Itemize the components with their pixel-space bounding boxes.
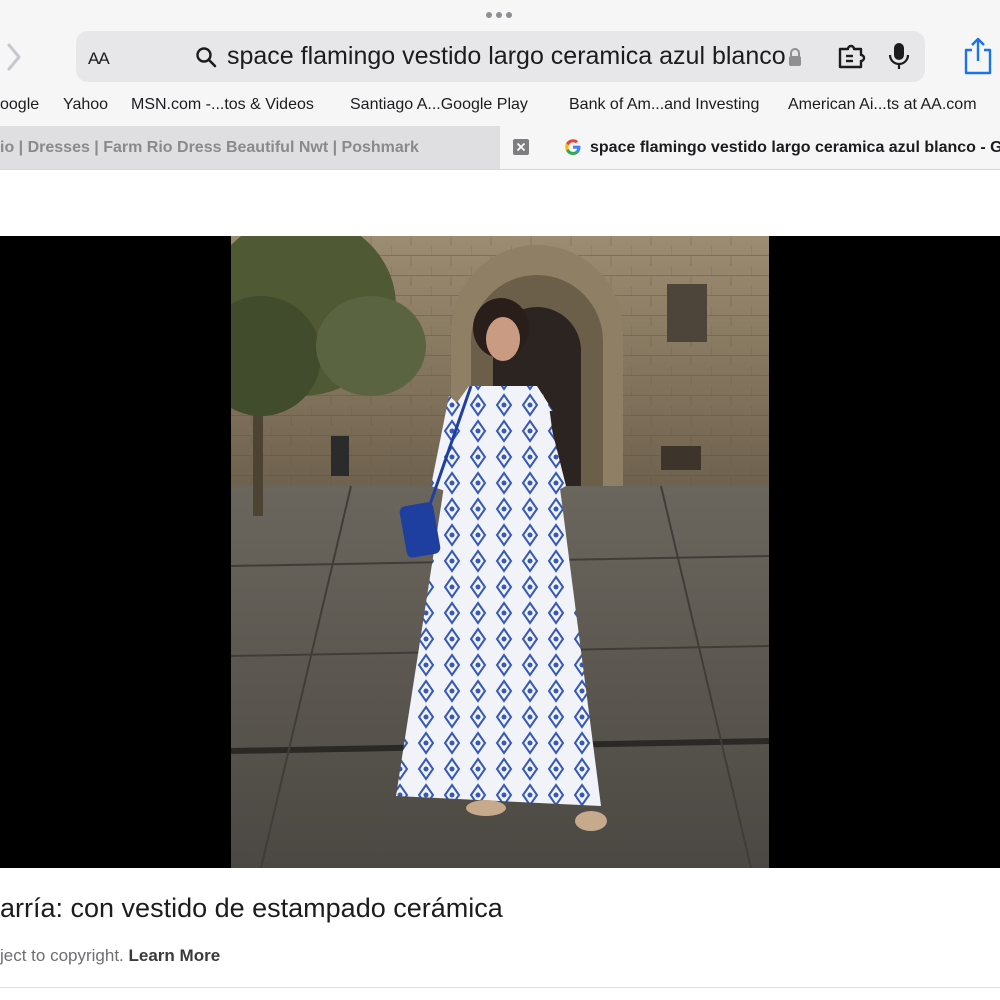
address-bar[interactable]: AA space flamingo vestido largo ceramica… xyxy=(76,31,925,82)
favorites-bar: oogle Yahoo MSN.com -...tos & Videos San… xyxy=(0,92,1000,118)
bookmark-msn[interactable]: MSN.com -...tos & Videos xyxy=(131,96,314,114)
lock-icon xyxy=(789,48,801,66)
copyright-text: ject to copyright. xyxy=(0,946,124,965)
bookmark-google-play[interactable]: Santiago A...Google Play xyxy=(350,96,528,114)
learn-more-link[interactable]: Learn More xyxy=(129,946,221,965)
image-viewer xyxy=(0,236,1000,868)
google-icon xyxy=(565,139,581,155)
bookmark-american-airlines[interactable]: American Ai...ts at AA.com xyxy=(788,96,977,114)
tab-title: io | Dresses | Farm Rio Dress Beautiful … xyxy=(0,139,419,156)
microphone-icon[interactable] xyxy=(888,41,910,71)
bookmark-google[interactable]: oogle xyxy=(0,96,39,114)
share-icon[interactable] xyxy=(962,36,994,76)
search-icon xyxy=(196,47,217,68)
forward-arrow-icon[interactable] xyxy=(4,40,24,74)
extensions-icon[interactable] xyxy=(837,43,869,71)
tab-bar: io | Dresses | Farm Rio Dress Beautiful … xyxy=(0,126,1000,170)
divider xyxy=(0,987,1000,988)
tab-close-icon[interactable] xyxy=(513,139,529,155)
browser-chrome: AA space flamingo vestido largo ceramica… xyxy=(0,0,1000,170)
dress-photo[interactable] xyxy=(231,236,769,868)
bookmark-yahoo[interactable]: Yahoo xyxy=(63,96,108,114)
search-query[interactable]: space flamingo vestido largo ceramica az… xyxy=(227,42,786,71)
tab-poshmark[interactable]: io | Dresses | Farm Rio Dress Beautiful … xyxy=(0,126,500,169)
more-dots-icon[interactable] xyxy=(486,12,512,18)
reader-label: AA xyxy=(88,49,110,68)
tab-google-search[interactable]: space flamingo vestido largo ceramica az… xyxy=(530,126,1000,169)
image-caption: arría: con vestido de estampado cerámica xyxy=(0,893,503,923)
tab-title: space flamingo vestido largo ceramica az… xyxy=(590,139,1000,156)
copyright-notice: ject to copyright. Learn More xyxy=(0,946,220,966)
bookmark-bank-of-america[interactable]: Bank of Am...and Investing xyxy=(569,96,759,114)
reader-button[interactable]: AA xyxy=(88,44,110,70)
